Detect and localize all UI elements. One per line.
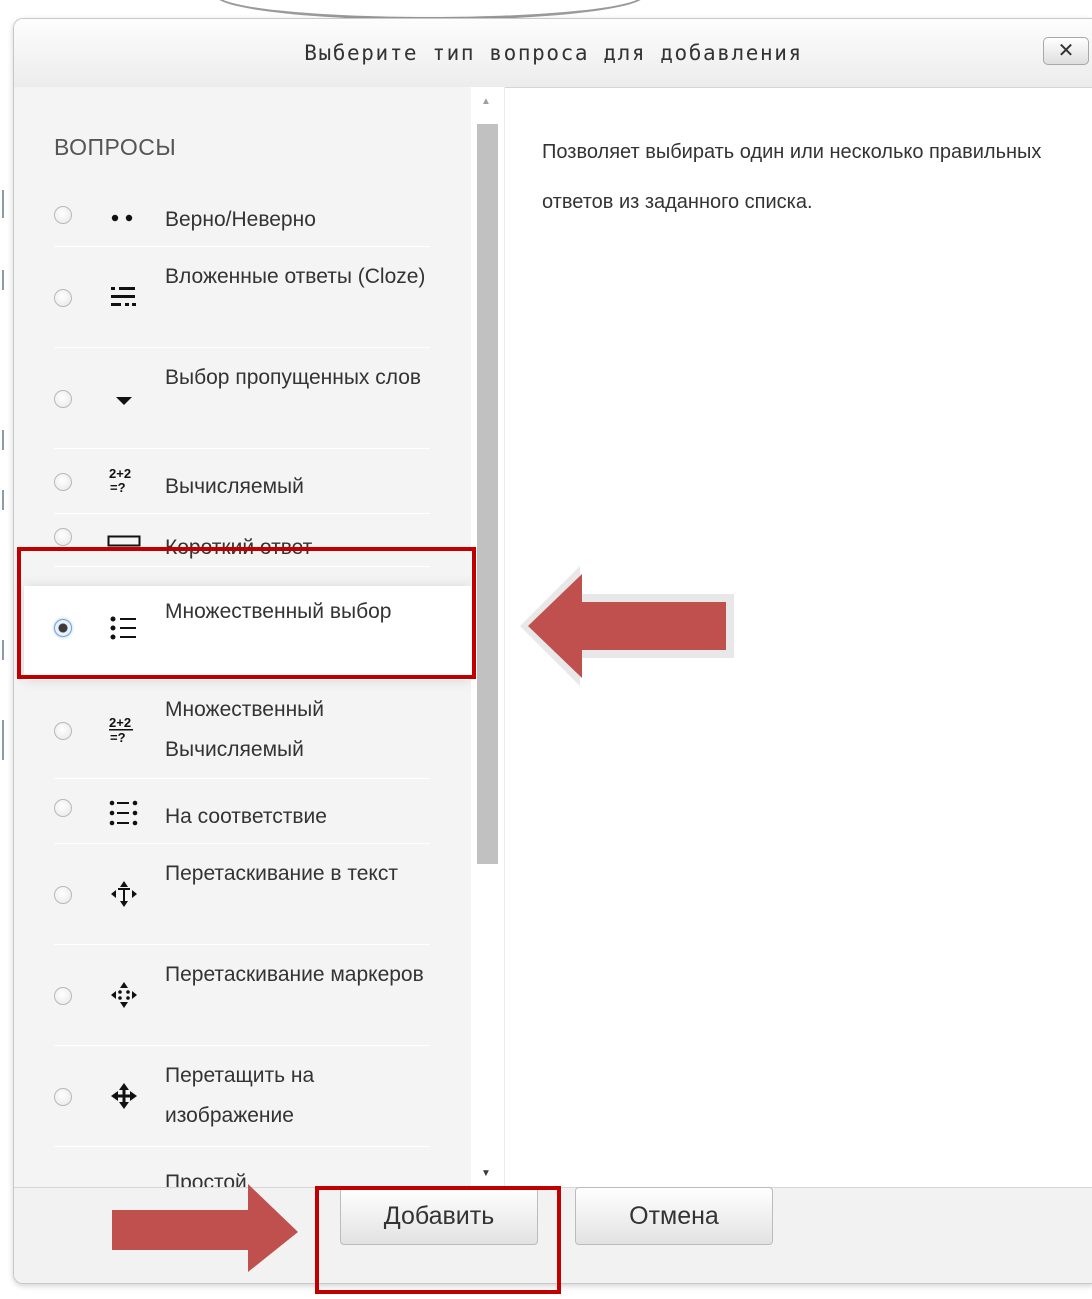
selected-option-highlight <box>17 547 476 679</box>
background-page-edge <box>0 0 8 1299</box>
option-label: Вложенные ответы (Cloze) <box>165 265 426 288</box>
svg-text:2+2: 2+2 <box>109 466 131 481</box>
svg-text:=?: =? <box>110 730 126 745</box>
drag-markers-icon <box>106 978 142 1012</box>
scroll-up-icon[interactable]: ▲ <box>481 96 491 107</box>
cloze-icon <box>106 280 142 314</box>
calculated-icon: 2+2 =? <box>106 464 142 498</box>
drag-into-text-icon <box>106 877 142 911</box>
option-ddimageortext[interactable]: Перетащить на изображение <box>54 1046 430 1147</box>
radio-calculated[interactable] <box>54 473 72 491</box>
radio-match[interactable] <box>54 799 72 817</box>
option-true-false[interactable]: Верно/Неверно <box>54 182 430 247</box>
option-gapselect[interactable]: Выбор пропущенных слов <box>54 348 430 449</box>
radio-gapselect[interactable] <box>54 390 72 408</box>
left-arrow-annotation <box>520 566 734 686</box>
option-calculated[interactable]: 2+2 =? Вычисляемый <box>54 449 430 514</box>
option-label: Множественный Вычисляемый <box>165 698 324 761</box>
radio-ddimageortext[interactable] <box>54 1088 72 1106</box>
drag-onto-image-icon <box>106 1079 142 1113</box>
option-calculatedmulti[interactable]: 2+2 =? Множественный Вычисляемый <box>54 682 430 779</box>
add-button-highlight <box>315 1186 561 1294</box>
close-icon: ✕ <box>1057 40 1075 62</box>
radio-calculatedmulti[interactable] <box>54 722 72 740</box>
svg-text:=?: =? <box>110 480 126 495</box>
option-label: Вычисляемый <box>165 475 304 498</box>
option-ddmarker[interactable]: Перетаскивание маркеров <box>54 945 430 1046</box>
radio-cloze[interactable] <box>54 289 72 307</box>
close-button[interactable]: ✕ <box>1043 37 1089 65</box>
radio-shortanswer[interactable] <box>54 528 72 546</box>
radio-ddwtos[interactable] <box>54 886 72 904</box>
dialog-header: Выберите тип вопроса для добавления ✕ <box>14 19 1092 88</box>
option-label: Выбор пропущенных слов <box>165 366 422 389</box>
option-label: Перетаскивание маркеров <box>165 963 424 986</box>
radio-ddmarker[interactable] <box>54 987 72 1005</box>
svg-text:2+2: 2+2 <box>109 715 131 730</box>
cancel-button[interactable]: Отмена <box>575 1187 773 1245</box>
pane-divider <box>504 87 505 1187</box>
question-type-description: Позволяет выбирать один или несколько пр… <box>542 141 1042 213</box>
dropdown-icon <box>106 384 142 418</box>
right-arrow-annotation <box>112 1184 298 1272</box>
option-ddwtos[interactable]: Перетаскивание в текст <box>54 844 430 945</box>
radio-true-false[interactable] <box>54 206 72 224</box>
option-cloze[interactable]: Вложенные ответы (Cloze) <box>54 247 430 348</box>
background-shape <box>215 0 645 20</box>
scrollbar-thumb[interactable] <box>477 124 498 864</box>
scroll-down-icon[interactable]: ▼ <box>481 1168 491 1179</box>
match-icon <box>106 796 142 830</box>
option-label: На соответствие <box>165 805 327 828</box>
calculated-multichoice-icon: 2+2 =? <box>106 713 142 747</box>
dialog-title: Выберите тип вопроса для добавления <box>304 41 803 65</box>
option-label: Перетаскивание в текст <box>165 862 398 885</box>
option-label: Верно/Неверно <box>165 208 316 231</box>
section-title: ВОПРОСЫ <box>54 134 177 160</box>
truefalse-icon <box>106 201 142 235</box>
option-label: Перетащить на изображение <box>165 1064 315 1127</box>
option-match[interactable]: На соответствие <box>54 779 430 844</box>
